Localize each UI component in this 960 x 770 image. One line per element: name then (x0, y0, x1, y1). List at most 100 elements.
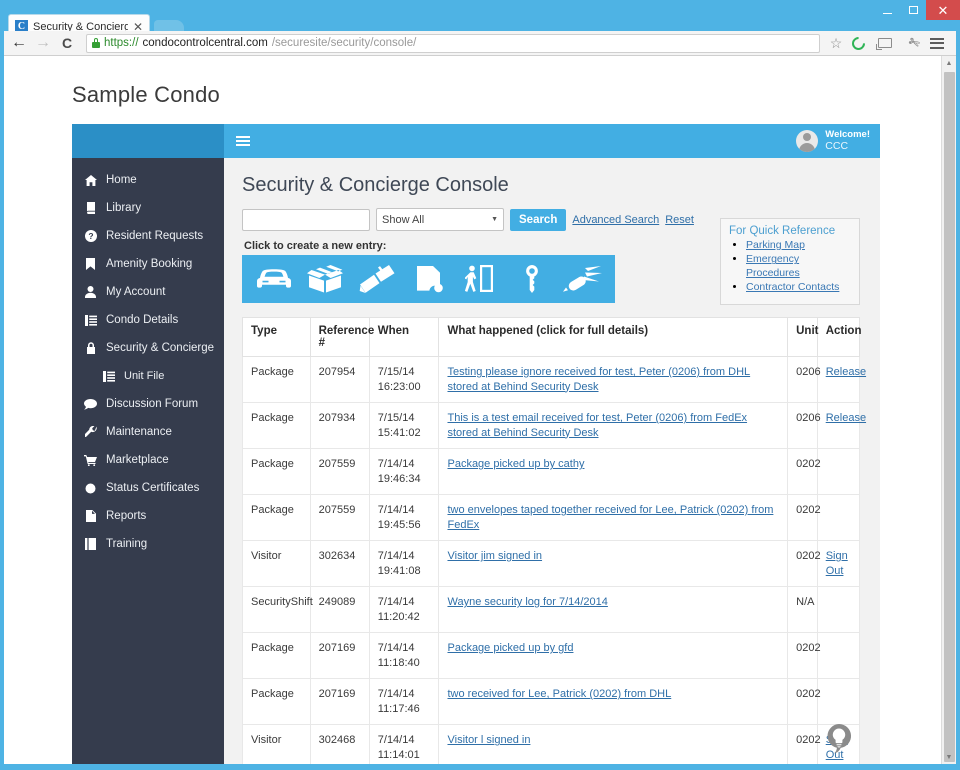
sidebar-item-my-account[interactable]: My Account (72, 278, 224, 306)
column-header-type[interactable]: Type (242, 317, 311, 357)
sidebar-item-training[interactable]: Training (72, 530, 224, 558)
sidebar-item-reports[interactable]: Reports (72, 502, 224, 530)
action-cell: Release (816, 402, 866, 450)
what-happened-link[interactable]: two envelopes taped together received fo… (447, 504, 773, 531)
when-cell: 7/14/14 11:17:46 (368, 678, 440, 726)
column-header-action[interactable]: Action (816, 317, 861, 357)
user-menu[interactable]: Welcome! CCC (796, 129, 870, 153)
site-title: Sample Condo (72, 82, 220, 107)
menu-icon[interactable] (930, 37, 950, 49)
search-button[interactable]: Search (510, 208, 567, 231)
action-link[interactable]: Release (826, 412, 866, 424)
svg-text:?: ? (88, 231, 93, 241)
sidebar-item-unit-file[interactable]: Unit File (72, 362, 224, 390)
back-icon[interactable]: ← (10, 34, 28, 52)
lock-icon (84, 342, 97, 354)
sidebar-item-status-certificates[interactable]: Status Certificates (72, 474, 224, 502)
address-bar[interactable]: https://condocontrolcentral.com/securesi… (86, 33, 820, 53)
sidebar-item-label: Unit File (124, 370, 165, 382)
unit-cell: 0202 (787, 632, 821, 680)
column-header-unit[interactable]: Unit (787, 317, 818, 357)
entries-table: Type Reference # When What happened (cli… (242, 317, 866, 764)
visitor-door-icon[interactable] (454, 265, 506, 293)
what-happened-link[interactable]: Wayne security log for 7/14/2014 (447, 596, 607, 608)
table-row: SecurityShift 249089 7/14/14 11:20:42 Wayne… (242, 586, 861, 634)
plugin-icon[interactable]: ✄ (902, 32, 927, 55)
package-icon[interactable] (300, 265, 352, 293)
what-happened-cell: This is a test email received for test, … (438, 402, 789, 450)
sidebar-item-marketplace[interactable]: Marketplace (72, 446, 224, 474)
sidebar-item-label: Discussion Forum (106, 398, 199, 410)
sidebar-toggle-icon[interactable] (236, 136, 250, 146)
sidebar-item-library[interactable]: Library (72, 194, 224, 222)
header-bar: Welcome! CCC (224, 124, 880, 158)
unit-cell: 0206 (787, 402, 821, 450)
help-widget[interactable] (822, 720, 858, 756)
action-cell (816, 632, 861, 680)
sidebar-item-home[interactable]: Home (72, 166, 224, 194)
sidebar-item-discussion-forum[interactable]: Discussion Forum (72, 390, 224, 418)
sidebar-item-amenity-booking[interactable]: Amenity Booking (72, 250, 224, 278)
scroll-up-icon[interactable]: ▲ (942, 56, 956, 70)
unit-cell: 0202 (787, 724, 821, 764)
search-input[interactable] (242, 208, 370, 231)
what-happened-link[interactable]: two received for Lee, Patrick (0202) fro… (447, 688, 671, 700)
reference-cell: 207169 (309, 678, 370, 726)
scroll-down-icon[interactable]: ▼ (942, 750, 956, 764)
unit-cell: N/A (787, 586, 818, 634)
quick-reference-link[interactable]: Parking Map (746, 239, 805, 251)
what-happened-cell: two envelopes taped together received fo… (438, 494, 789, 542)
what-happened-link[interactable]: Visitor l signed in (447, 734, 530, 746)
reference-cell: 207934 (309, 402, 370, 450)
column-header-reference[interactable]: Reference # (309, 317, 374, 357)
filter-select[interactable]: Show All ▼ (376, 208, 504, 231)
table-row: Package 207559 7/14/14 19:46:34 Package pic… (242, 448, 861, 496)
reload-icon[interactable]: C (58, 35, 76, 51)
document-icon[interactable] (403, 265, 455, 293)
url-host: condocontrolcentral.com (142, 37, 268, 49)
table-row: Package 207169 7/14/14 11:17:46 two receive… (242, 678, 861, 726)
book-icon (84, 202, 97, 214)
quick-reference-title: For Quick Reference (729, 225, 836, 237)
what-happened-link[interactable]: Package picked up by gfd (447, 642, 573, 654)
what-happened-link[interactable]: Visitor jim signed in (447, 550, 542, 562)
action-link[interactable]: Release (826, 366, 866, 378)
scrollbar-thumb[interactable] (944, 72, 955, 762)
car-icon[interactable] (248, 266, 300, 292)
url-scheme: https:// (104, 37, 139, 49)
key-icon[interactable] (506, 265, 558, 293)
sidebar-item-label: Library (106, 202, 142, 214)
sidebar-item-label: Amenity Booking (106, 258, 193, 270)
page-title: Security & Concierge Console (242, 174, 509, 196)
table-row: Package 207169 7/14/14 11:18:40 Package pic… (242, 632, 861, 680)
forward-icon[interactable]: → (34, 34, 52, 52)
quick-reference-link[interactable]: Emergency Procedures (746, 253, 800, 278)
sidebar-item-maintenance[interactable]: Maintenance (72, 418, 224, 446)
when-cell: 7/14/14 19:41:08 (368, 540, 440, 588)
sidebar-item-resident-requests[interactable]: ? Resident Requests (72, 222, 224, 250)
what-happened-link[interactable]: Package picked up by cathy (447, 458, 584, 470)
cast-icon[interactable] (876, 38, 898, 50)
what-happened-link[interactable]: Testing please ignore received for test,… (447, 366, 750, 393)
reference-cell: 302468 (309, 724, 370, 764)
avatar (796, 129, 819, 152)
what-happened-link[interactable]: This is a test email received for test, … (447, 412, 747, 439)
column-header-when[interactable]: When (368, 317, 440, 357)
logbook-icon[interactable] (351, 265, 403, 293)
advanced-search-link[interactable]: Advanced Search (572, 214, 659, 226)
reset-link[interactable]: Reset (665, 214, 694, 226)
quick-reference-link[interactable]: Contractor Contacts (746, 281, 839, 293)
sidebar-item-label: Resident Requests (106, 230, 204, 242)
sidebar-item-condo-details[interactable]: Condo Details (72, 306, 224, 334)
type-cell: Package (242, 494, 311, 542)
cleaning-icon[interactable] (557, 265, 609, 293)
sidebar-item-security-concierge[interactable]: Security & Concierge (72, 334, 224, 362)
wrench-icon (84, 426, 97, 438)
action-cell: Release (816, 355, 866, 404)
opera-circle-icon[interactable] (849, 33, 872, 53)
bookmark-star-icon[interactable]: ☆ (826, 35, 846, 52)
column-header-what-happened[interactable]: What happened (click for full details) (438, 317, 789, 357)
page-scrollbar[interactable]: ▲ ▼ (941, 56, 956, 764)
action-link[interactable]: Sign Out (826, 550, 848, 577)
app-shell: Welcome! CCC Home Library? Resident Reques… (72, 124, 880, 764)
